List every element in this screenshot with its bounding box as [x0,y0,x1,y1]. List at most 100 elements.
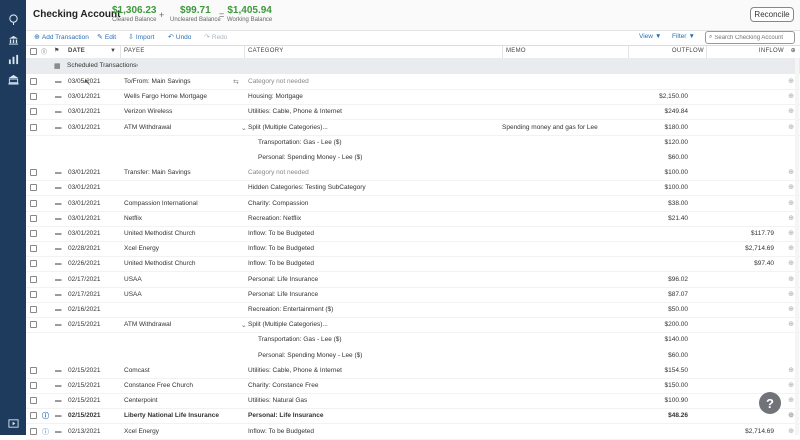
date-cell[interactable]: 02/15/2021 [68,382,101,389]
inflow-cell[interactable]: $2,714.69 [745,245,774,252]
transaction-row[interactable]: ▬ 02/16/2021 Recreation: Entertainment ($)… [26,302,800,318]
category-cell[interactable]: Recreation: Netflix [248,215,301,222]
date-cell[interactable]: 02/13/2021 [68,428,101,435]
flag-icon[interactable]: ▬ [55,200,62,207]
date-column-header[interactable]: DATE [68,48,85,54]
cleared-icon[interactable]: ⊕ [788,305,794,313]
flag-icon[interactable]: ▬ [55,230,62,237]
date-cell[interactable]: 02/16/2021 [68,306,101,313]
bank-icon[interactable] [0,30,26,48]
redo-button[interactable]: ↷ Redo [204,33,227,42]
category-cell[interactable]: Category not needed [248,78,309,85]
flag-icon[interactable]: ▬ [55,169,62,176]
transaction-row[interactable]: ▬ 03/01/2021 United Methodist Church Inflow… [26,226,800,242]
inflow-cell[interactable]: $2,714.69 [745,428,774,435]
category-cell[interactable]: Recreation: Entertainment ($) [248,306,333,313]
add-transaction-button[interactable]: ⊕ Add Transaction [34,33,89,42]
date-cell[interactable]: 03/01/2021 [68,169,101,176]
transaction-row[interactable]: ⓘ ▬ 02/15/2021 Liberty National Life Insura… [26,408,800,425]
cleared-icon[interactable]: ⊕ [788,214,794,222]
outflow-cell[interactable]: $249.84 [665,108,689,115]
cleared-icon[interactable]: ⊕ [788,244,794,252]
flag-icon[interactable]: ▬ [55,321,62,328]
chart-icon[interactable] [0,50,26,68]
date-cell[interactable]: 02/15/2021 [68,321,101,328]
category-cell[interactable]: Utilities: Cable, Phone & Internet [248,367,342,374]
split-subrow[interactable]: Transportation: Gas - Lee ($) $120.00 [26,135,800,150]
row-checkbox[interactable] [30,412,37,420]
memo-column-header[interactable]: MEMO [506,48,526,54]
transaction-row[interactable]: ▬ 02/15/2021 Comcast Utilities: Cable, Phon… [26,363,800,379]
cleared-icon[interactable]: ⊕ [788,123,794,131]
category-cell[interactable]: Inflow: To be Budgeted [248,428,314,435]
payee-cell[interactable]: Constance Free Church [124,382,193,389]
outflow-cell[interactable]: $96.02 [668,276,688,283]
row-checkbox[interactable] [30,184,37,192]
transaction-row[interactable]: ▬ 03/01/2021 Verizon Wireless Utilities: Ca… [26,104,800,121]
payee-cell[interactable]: Verizon Wireless [124,108,172,115]
transaction-row[interactable]: ▬ 02/26/2021 United Methodist Church Inflow… [26,256,800,273]
cleared-icon[interactable]: ⊕ [788,183,794,191]
category-cell[interactable]: Inflow: To be Budgeted [248,245,314,252]
chevron-down-icon[interactable]: ⌄ [241,321,246,329]
cleared-icon[interactable]: ⊕ [788,320,794,328]
transaction-row[interactable]: ▬ 02/17/2021 USAA Personal: Life Insurance $… [26,272,800,288]
date-cell[interactable]: 03/01/2021 [68,124,101,131]
category-cell[interactable]: Utilities: Natural Gas [248,397,307,404]
flag-icon[interactable]: ▬ [55,382,62,389]
inflow-cell[interactable]: $117.79 [751,230,774,237]
reconcile-button[interactable]: Reconcile [750,7,794,22]
payee-cell[interactable]: Wells Fargo Home Mortgage [124,93,207,100]
cleared-icon[interactable]: ⊕ [788,381,794,389]
outflow-cell[interactable]: $100.00 [665,169,689,176]
help-button[interactable]: ? [759,392,781,414]
outflow-cell[interactable]: $60.00 [668,154,688,161]
cleared-icon[interactable]: ⊕ [788,396,794,404]
date-cell[interactable]: 02/26/2021 [68,260,101,267]
date-cell[interactable]: 02/15/2021 [68,412,101,419]
flag-icon[interactable]: ▬ [55,108,62,115]
outflow-cell[interactable]: $150.00 [665,382,689,389]
payee-cell[interactable]: USAA [124,291,142,298]
outflow-cell[interactable]: $120.00 [665,139,689,146]
outflow-column-header[interactable]: OUTFLOW [672,48,704,54]
flag-icon[interactable]: ▬ [55,78,62,85]
flag-icon[interactable]: ▬ [55,306,62,313]
transaction-row[interactable]: ▬ 03/01/2021 Transfer: Main Savings Categor… [26,165,800,182]
split-subrow[interactable]: Personal: Spending Money - Lee ($) $60.00 [26,348,800,363]
payee-cell[interactable]: To/From: Main Savings [124,78,190,85]
row-checkbox[interactable] [30,397,37,405]
date-cell[interactable]: 02/17/2021 [68,276,101,283]
cleared-icon[interactable]: ⊕ [788,92,794,100]
category-cell[interactable]: Utilities: Cable, Phone & Internet [248,108,342,115]
transaction-row[interactable]: ▬ 02/28/2021 Xcel Energy Inflow: To be Budg… [26,241,800,258]
date-cell[interactable]: 02/15/2021 [68,367,101,374]
info-icon[interactable]: ⓘ [42,411,49,421]
outflow-cell[interactable]: $50.00 [668,306,688,313]
payee-column-header[interactable]: PAYEE [124,48,145,54]
date-cell[interactable]: 02/28/2021 [68,245,101,252]
cleared-icon[interactable]: ⊕ [788,290,794,298]
row-checkbox[interactable] [30,78,37,85]
flag-icon[interactable]: ▬ [55,276,62,283]
transaction-row[interactable]: ▬ 03/01/2021 Compassion International Chari… [26,196,800,212]
category-cell[interactable]: Personal: Spending Money - Lee ($) [258,352,362,359]
row-checkbox[interactable] [30,214,37,222]
filter-dropdown[interactable]: Filter ▼ [672,33,695,40]
transaction-row[interactable]: ▬ 03/05/2021 To/From: Main Savings ⇆ Categor… [26,74,800,90]
payee-cell[interactable]: Compassion International [124,200,198,207]
transaction-row[interactable]: ▬ 02/15/2021 Centerpoint Utilities: Natural… [26,393,800,410]
category-cell[interactable]: Personal: Spending Money - Lee ($) [258,154,362,161]
date-cell[interactable]: 03/01/2021 [68,184,101,191]
transaction-row[interactable]: ▬ 03/01/2021 ATM Withdrawal ⌄ Split (Multipl… [26,120,800,136]
payee-cell[interactable]: Xcel Energy [124,428,159,435]
payee-cell[interactable]: United Methodist Church [124,230,196,237]
category-cell[interactable]: Charity: Constance Free [248,382,318,389]
payee-cell[interactable]: Centerpoint [124,397,158,404]
cleared-icon[interactable]: ⊕ [788,168,794,176]
row-checkbox[interactable] [30,321,37,329]
category-cell[interactable]: Housing: Mortgage [248,93,303,100]
date-cell[interactable]: 02/15/2021 [68,397,101,404]
date-cell[interactable]: 03/01/2021 [68,93,101,100]
outflow-cell[interactable]: $180.00 [665,124,689,131]
